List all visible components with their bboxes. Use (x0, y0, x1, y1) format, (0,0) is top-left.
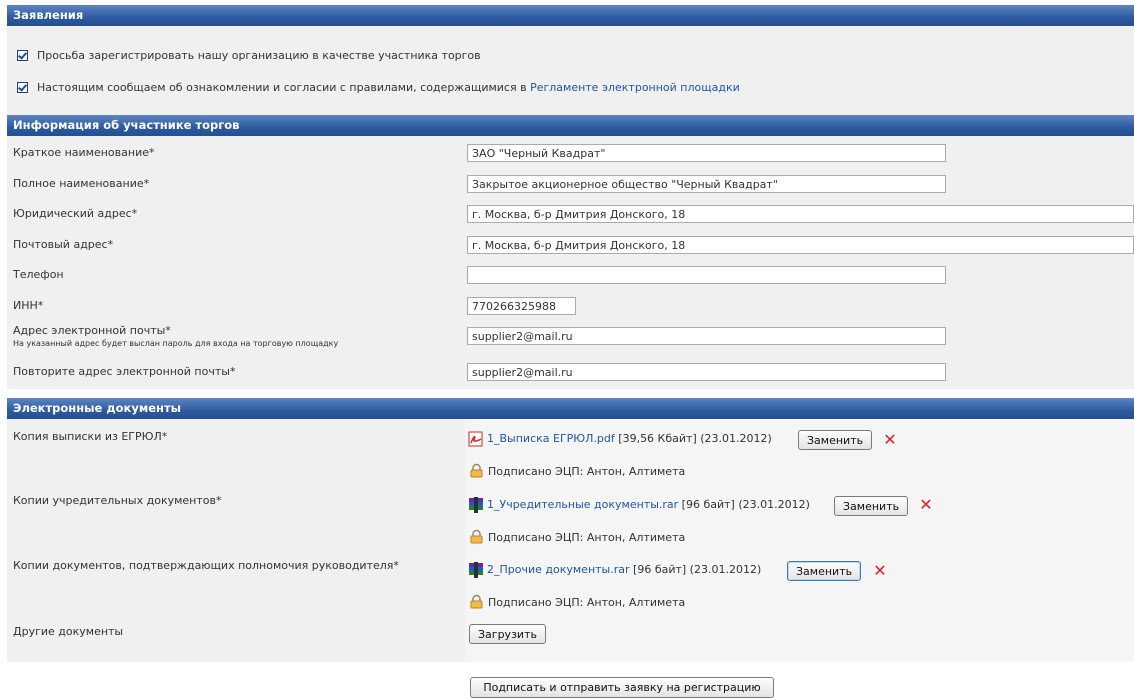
section-header-participant: Информация об участнике торгов (7, 115, 1134, 136)
registration-request-text: Просьба зарегистрировать нашу организаци… (37, 49, 481, 62)
registration-request-checkbox[interactable] (17, 50, 28, 61)
rules-agreement-text: Настоящим сообщаем об ознакомлении и сог… (37, 81, 740, 94)
section-header-documents: Электронные документы (7, 398, 1134, 419)
legal-address-input[interactable] (467, 205, 1134, 223)
inn-input[interactable] (467, 297, 576, 315)
founding-delete-icon[interactable]: ✕ (919, 497, 933, 513)
egrul-file-line: 1_Выписка ЕГРЮЛ.pdf [39,56 Кбайт] (23.01… (487, 432, 772, 445)
authority-signed-text: Подписано ЭЦП: Антон, Алтимета (488, 596, 686, 609)
email-repeat-label: Повторите адрес электронной почты* (13, 365, 236, 378)
postal-address-input[interactable] (467, 236, 1134, 254)
email-repeat-input[interactable] (467, 363, 946, 381)
short-name-label: Краткое наименование* (13, 146, 155, 159)
egrul-label: Копия выписки из ЕГРЮЛ* (13, 430, 168, 443)
full-name-label: Полное наименование* (13, 177, 150, 190)
authority-file-meta: [96 байт] (23.01.2012) (629, 563, 762, 576)
full-name-input[interactable] (467, 175, 946, 193)
email-input[interactable] (467, 327, 946, 345)
authority-delete-icon[interactable]: ✕ (873, 563, 887, 579)
upload-button[interactable]: Загрузить (469, 624, 546, 644)
egrul-signed-text: Подписано ЭЦП: Антон, Алтимета (488, 465, 686, 478)
egrul-file-link[interactable]: 1_Выписка ЕГРЮЛ.pdf (487, 432, 615, 445)
authority-file-link[interactable]: 2_Прочие документы.rar (487, 563, 630, 576)
section-header-statements: Заявления (7, 5, 1134, 26)
authority-docs-label: Копии документов, подтверждающих полномо… (13, 559, 399, 572)
email-hint: На указанный адрес будет выслан пароль д… (13, 339, 339, 348)
participant-band (7, 136, 1134, 389)
founding-docs-label: Копии учредительных документов* (13, 494, 222, 507)
rar-archive-icon (469, 497, 483, 513)
egrul-replace-button[interactable]: Заменить (798, 430, 873, 450)
regulations-link[interactable]: Регламенте электронной площадки (530, 81, 740, 94)
legal-address-label: Юридический адрес* (13, 207, 138, 220)
authority-file-line: 2_Прочие документы.rar [96 байт] (23.01.… (487, 563, 761, 576)
statements-band (7, 26, 1134, 116)
egrul-file-meta: [39,56 Кбайт] (23.01.2012) (614, 432, 772, 445)
phone-label: Телефон (13, 268, 64, 281)
inn-label: ИНН* (13, 299, 44, 312)
founding-file-link[interactable]: 1_Учредительные документы.rar (487, 498, 678, 511)
founding-file-line: 1_Учредительные документы.rar [96 байт] … (487, 498, 810, 511)
egrul-lock-icon (470, 463, 483, 478)
rules-agreement-label: Настоящим сообщаем об ознакомлении и сог… (37, 81, 531, 94)
rules-agreement-checkbox[interactable] (17, 82, 28, 93)
egrul-delete-icon[interactable]: ✕ (883, 432, 897, 448)
email-label: Адрес электронной почты* (13, 324, 171, 337)
founding-signed-text: Подписано ЭЦП: Антон, Алтимета (488, 531, 686, 544)
submit-registration-button[interactable]: Подписать и отправить заявку на регистра… (470, 677, 774, 698)
postal-address-label: Почтовый адрес* (13, 238, 114, 251)
authority-replace-button[interactable]: Заменить (787, 561, 862, 581)
rar-archive-icon-2 (469, 562, 483, 578)
other-docs-label: Другие документы (13, 625, 124, 638)
short-name-input[interactable] (467, 144, 946, 162)
founding-file-meta: [96 байт] (23.01.2012) (678, 498, 810, 511)
authority-lock-icon (470, 594, 483, 609)
pdf-file-icon (468, 431, 483, 447)
founding-replace-button[interactable]: Заменить (834, 496, 909, 516)
phone-input[interactable] (467, 266, 946, 284)
founding-lock-icon (470, 529, 483, 544)
